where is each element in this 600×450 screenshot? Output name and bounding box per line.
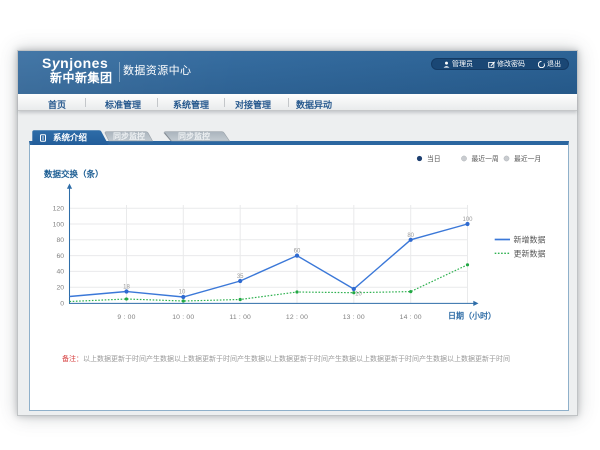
svg-text:最近一周: 最近一周 xyxy=(472,154,499,163)
svg-text:100: 100 xyxy=(462,217,473,223)
svg-text:80: 80 xyxy=(56,237,64,244)
svg-text:18: 18 xyxy=(123,285,130,291)
svg-text:当日: 当日 xyxy=(427,154,441,163)
svg-text:13 : 00: 13 : 00 xyxy=(343,314,365,321)
svg-text:日期（小时）: 日期（小时） xyxy=(448,311,496,321)
svg-text:80: 80 xyxy=(407,233,414,239)
svg-text:60: 60 xyxy=(294,249,301,255)
svg-text:60: 60 xyxy=(56,253,64,260)
svg-text:同步监控: 同步监控 xyxy=(113,131,145,141)
svg-text:更新数据: 更新数据 xyxy=(514,248,546,258)
svg-text:100: 100 xyxy=(53,221,65,228)
svg-text:新增数据: 新增数据 xyxy=(514,235,546,245)
svg-text:14 : 00: 14 : 00 xyxy=(400,314,422,321)
svg-text:同步监控: 同步监控 xyxy=(178,131,210,141)
svg-text:9 : 00: 9 : 00 xyxy=(117,314,135,321)
svg-text:12 : 00: 12 : 00 xyxy=(286,314,308,321)
svg-text:120: 120 xyxy=(53,206,65,213)
svg-text:数据交换（条）: 数据交换（条） xyxy=(44,169,104,179)
svg-text:0: 0 xyxy=(60,300,64,307)
svg-text:最近一月: 最近一月 xyxy=(514,154,541,163)
svg-text:10: 10 xyxy=(179,290,186,296)
svg-text:40: 40 xyxy=(56,269,64,276)
svg-text:10 : 00: 10 : 00 xyxy=(172,314,194,321)
svg-text:系统介绍: 系统介绍 xyxy=(53,133,88,143)
svg-text:20: 20 xyxy=(56,285,64,292)
svg-text:35: 35 xyxy=(237,274,244,280)
svg-text:10: 10 xyxy=(355,292,362,298)
svg-text:11 : 00: 11 : 00 xyxy=(229,314,251,321)
